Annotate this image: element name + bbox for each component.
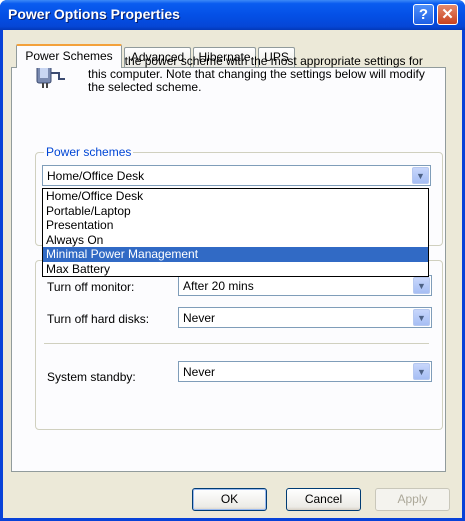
power-scheme-value: Home/Office Desk (47, 169, 145, 183)
dropdown-option[interactable]: Home/Office Desk (43, 189, 428, 204)
dropdown-option-highlighted[interactable]: Minimal Power Management (43, 247, 428, 262)
dropdown-option[interactable]: Always On (43, 233, 428, 248)
standby-value: Never (183, 365, 216, 379)
hard-disks-select[interactable]: Never ▼ (178, 307, 432, 328)
chevron-down-icon[interactable]: ▼ (413, 309, 430, 326)
tab-power-schemes[interactable]: Power Schemes (16, 44, 122, 68)
hard-disks-value: Never (183, 311, 216, 325)
chevron-down-icon[interactable]: ▼ (412, 167, 429, 184)
monitor-value: After 20 mins (183, 279, 254, 293)
window-title: Power Options Properties (8, 6, 180, 22)
hard-disks-label: Turn off hard disks: (47, 312, 150, 326)
power-scheme-dropdown[interactable]: Home/Office Desk Portable/Laptop Present… (42, 188, 429, 277)
intro-text: Select the power scheme with the most ap… (88, 54, 425, 94)
chevron-down-icon[interactable]: ▼ (413, 363, 430, 380)
close-button[interactable]: ✕ (437, 4, 458, 25)
chevron-down-icon[interactable]: ▼ (413, 277, 430, 294)
dropdown-option[interactable]: Max Battery (43, 262, 428, 277)
power-scheme-select[interactable]: Home/Office Desk ▼ (42, 165, 431, 186)
standby-select[interactable]: Never ▼ (178, 361, 432, 382)
power-schemes-label: Power schemes (44, 145, 134, 159)
apply-button[interactable]: Apply (375, 488, 450, 511)
monitor-label: Turn off monitor: (47, 280, 135, 294)
title-bar[interactable]: Power Options Properties ? ✕ (0, 0, 465, 30)
monitor-select[interactable]: After 20 mins ▼ (178, 275, 432, 296)
help-button[interactable]: ? (413, 4, 434, 25)
divider (44, 343, 429, 344)
standby-label: System standby: (47, 370, 136, 384)
dropdown-option[interactable]: Portable/Laptop (43, 204, 428, 219)
dropdown-option[interactable]: Presentation (43, 218, 428, 233)
cancel-button[interactable]: Cancel (286, 488, 361, 511)
ok-button[interactable]: OK (192, 488, 267, 511)
